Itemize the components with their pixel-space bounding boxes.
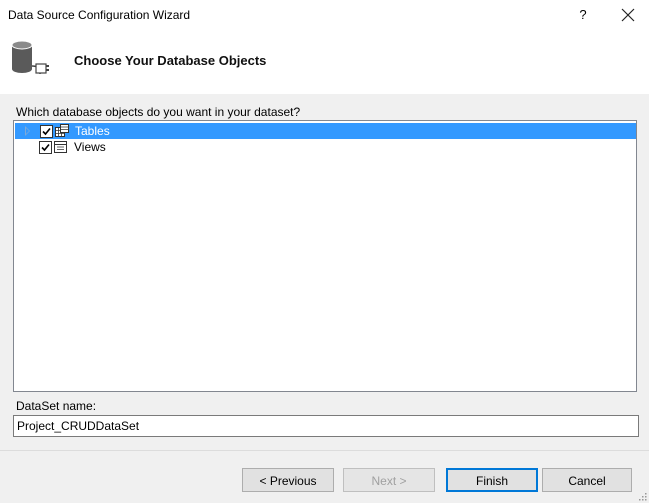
next-button[interactable]: Next >	[343, 468, 435, 492]
finish-button[interactable]: Finish	[446, 468, 538, 492]
expand-arrow-icon[interactable]	[25, 126, 30, 136]
objects-prompt-label: Which database objects do you want in yo…	[16, 105, 301, 119]
checkmark-icon	[41, 143, 50, 152]
database-objects-tree[interactable]: Tables Views	[13, 120, 637, 392]
title-bar: Data Source Configuration Wizard ?	[0, 0, 649, 30]
wizard-header: Choose Your Database Objects	[0, 30, 649, 94]
resize-grip-icon[interactable]	[637, 491, 647, 501]
tree-item-tables[interactable]: Tables	[15, 123, 636, 139]
footer-divider	[0, 450, 649, 451]
view-icon	[54, 141, 67, 153]
close-button[interactable]	[616, 4, 640, 26]
window-title: Data Source Configuration Wizard	[8, 8, 191, 22]
checkmark-icon	[42, 127, 51, 136]
previous-button[interactable]: < Previous	[242, 468, 334, 492]
tree-item-label: Views	[74, 140, 106, 154]
tables-checkbox[interactable]	[40, 125, 53, 138]
page-title: Choose Your Database Objects	[74, 53, 267, 68]
tree-item-views[interactable]: Views	[14, 139, 635, 155]
dataset-name-label: DataSet name:	[16, 399, 97, 413]
dataset-name-input[interactable]	[13, 415, 639, 437]
database-connect-icon	[11, 40, 49, 74]
help-button[interactable]: ?	[572, 4, 594, 26]
table-icon	[55, 124, 69, 137]
close-icon	[621, 8, 635, 22]
views-checkbox[interactable]	[39, 141, 52, 154]
cancel-button[interactable]: Cancel	[542, 468, 632, 492]
tree-item-label: Tables	[75, 124, 110, 138]
